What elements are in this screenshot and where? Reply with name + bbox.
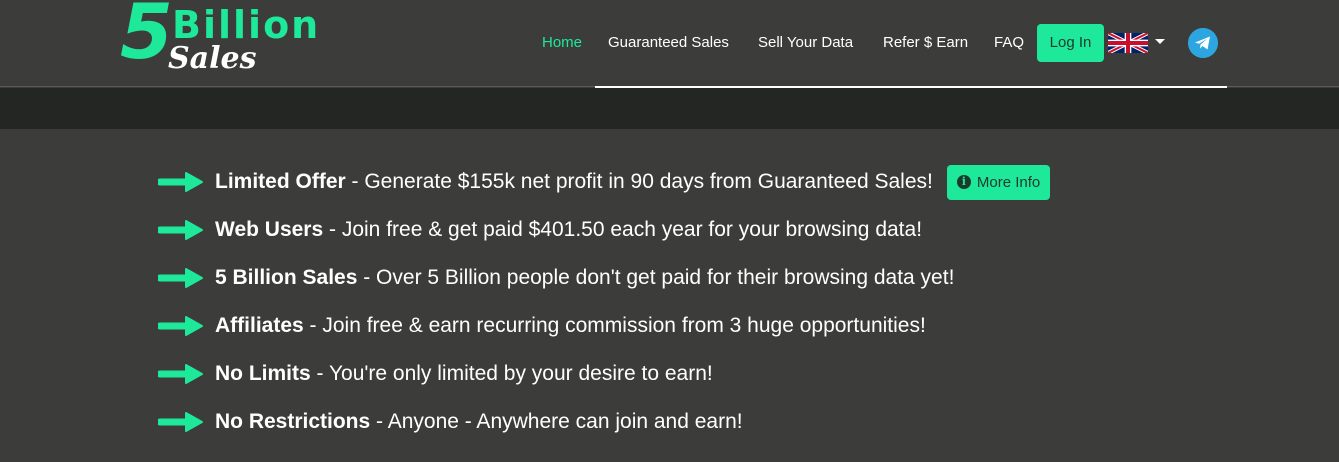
feature-web-users: Web Users - Join free & get paid $401.50… [158, 206, 1158, 254]
logo-sales: Sales [168, 41, 257, 76]
more-info-label: More Info [976, 173, 1041, 191]
feature-title: No Limits [215, 362, 311, 385]
nav-refer-earn: Refer $ Earn [883, 30, 968, 56]
nav-sell-your-data: Sell Your Data [758, 30, 853, 56]
feature-title: 5 Billion Sales [215, 266, 358, 289]
feature-text: Affiliates - Join free & earn recurring … [215, 314, 926, 338]
nav-link-home[interactable]: Home [542, 34, 582, 51]
nav-link-faq[interactable]: FAQ [994, 34, 1024, 51]
nav-link-refer-earn[interactable]: Refer $ Earn [883, 34, 968, 51]
logo-five: 5 [120, 0, 173, 76]
feature-text: No Limits - You're only limited by your … [215, 362, 713, 386]
login-button[interactable]: Log In [1037, 24, 1104, 62]
nav-faq: FAQ [994, 30, 1024, 56]
feature-description: - Anyone - Anywhere can join and earn! [370, 410, 743, 433]
more-info-button[interactable]: i More Info [946, 164, 1051, 200]
feature-text: Web Users - Join free & get paid $401.50… [215, 218, 922, 242]
arrow-right-icon [158, 172, 203, 192]
feature-title: Limited Offer [215, 170, 346, 193]
arrow-right-icon [158, 364, 203, 384]
header-band [0, 88, 1339, 129]
feature-title: Affiliates [215, 314, 304, 337]
logo-billion: Billion [172, 3, 321, 47]
feature-description: - Generate $155k net profit in 90 days f… [345, 170, 933, 193]
feature-list: Limited Offer - Generate $155k net profi… [158, 158, 1158, 446]
site-logo[interactable]: 5 Billion Sales [120, 0, 340, 78]
nav-home: Home [542, 30, 582, 56]
arrow-right-icon [158, 412, 203, 432]
telegram-icon[interactable] [1188, 28, 1218, 58]
site-header: 5 Billion Sales Home Guaranteed Sales Se… [0, 0, 1339, 87]
feature-5-billion-sales: 5 Billion Sales - Over 5 Billion people … [158, 254, 1158, 302]
feature-text: 5 Billion Sales - Over 5 Billion people … [215, 266, 954, 290]
arrow-right-icon [158, 268, 203, 288]
feature-description: - Join free & earn recurring commission … [303, 314, 926, 337]
nav-link-guaranteed-sales[interactable]: Guaranteed Sales [608, 34, 729, 51]
feature-no-limits: No Limits - You're only limited by your … [158, 350, 1158, 398]
arrow-right-icon [158, 220, 203, 240]
feature-description: - Join free & get paid $401.50 each year… [323, 218, 923, 241]
feature-title: No Restrictions [215, 410, 371, 433]
feature-no-restrictions: No Restrictions - Anyone - Anywhere can … [158, 398, 1158, 446]
info-icon: i [956, 175, 971, 189]
feature-description: - Over 5 Billion people don't get paid f… [357, 266, 955, 289]
feature-affiliates: Affiliates - Join free & earn recurring … [158, 302, 1158, 350]
uk-flag-icon[interactable] [1108, 33, 1148, 53]
feature-description: - You're only limited by your desire to … [310, 362, 713, 385]
arrow-right-icon [158, 316, 203, 336]
feature-limited-offer: Limited Offer - Generate $155k net profi… [158, 158, 1158, 206]
nav-link-sell-your-data[interactable]: Sell Your Data [758, 34, 853, 51]
feature-text: No Restrictions - Anyone - Anywhere can … [215, 410, 743, 434]
nav-guaranteed-sales: Guaranteed Sales [608, 30, 729, 56]
language-dropdown-caret-icon[interactable] [1155, 39, 1165, 44]
feature-text: Limited Offer - Generate $155k net profi… [215, 170, 933, 194]
feature-title: Web Users [215, 218, 324, 241]
